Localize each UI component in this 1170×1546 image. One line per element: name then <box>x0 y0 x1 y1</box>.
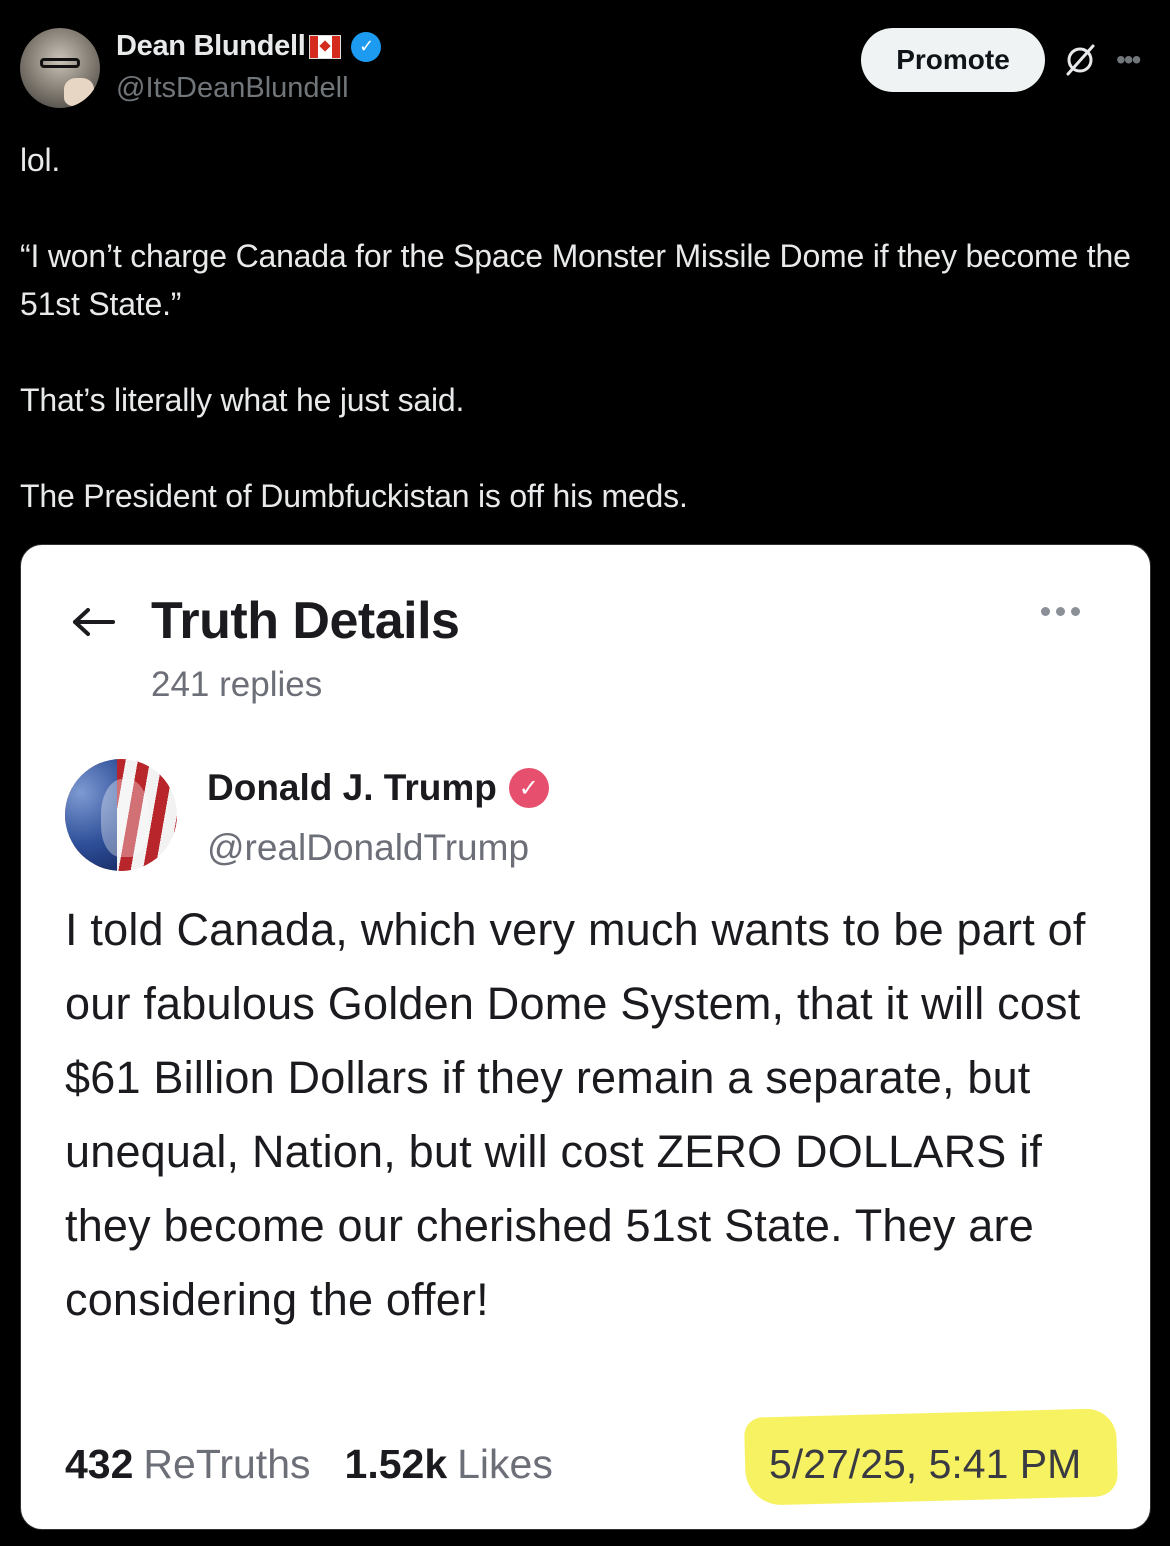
grok-icon[interactable] <box>1062 42 1098 78</box>
likes-label: Likes <box>457 1441 553 1487</box>
promote-button[interactable]: Promote <box>861 28 1045 92</box>
likes-count: 1.52k <box>344 1441 448 1487</box>
author-handle[interactable]: @ItsDeanBlundell <box>116 72 349 105</box>
verified-icon[interactable]: ✓ <box>351 31 382 62</box>
card-title: Truth Details <box>151 592 460 650</box>
author-avatar[interactable] <box>20 28 100 108</box>
truth-timestamp: 5/27/25, 5:41 PM <box>769 1441 1082 1487</box>
retruths-count: 432 <box>65 1441 134 1487</box>
author-name-row[interactable]: Dean Blundell ✓ <box>116 30 382 63</box>
retruths-label: ReTruths <box>143 1441 311 1487</box>
more-icon[interactable]: ••• <box>1116 44 1141 76</box>
truth-body: I told Canada, which very much wants to … <box>65 904 1086 1325</box>
card-more-icon <box>1041 607 1080 616</box>
replies-count: 241 replies <box>151 665 323 704</box>
embedded-screenshot-card[interactable]: Truth Details 241 replies Donald J. Trum… <box>20 544 1151 1530</box>
canada-flag-icon <box>309 34 342 59</box>
author-name[interactable]: Dean Blundell <box>116 30 306 63</box>
truth-author-name-row: Donald J. Trump ✓ <box>207 767 549 809</box>
back-arrow-icon <box>73 608 115 636</box>
truth-stats: 432 ReTruths 1.52k Likes <box>65 1441 587 1488</box>
truth-verified-icon: ✓ <box>508 768 549 808</box>
tweet-text: lol. “I won’t charge Canada for the Spac… <box>20 142 1131 514</box>
truth-author-name: Donald J. Trump <box>207 767 497 808</box>
avatar-glasses <box>40 58 80 68</box>
truth-author-avatar <box>65 759 177 871</box>
avatar-hand <box>64 78 94 106</box>
truth-author-handle: @realDonaldTrump <box>207 827 530 868</box>
